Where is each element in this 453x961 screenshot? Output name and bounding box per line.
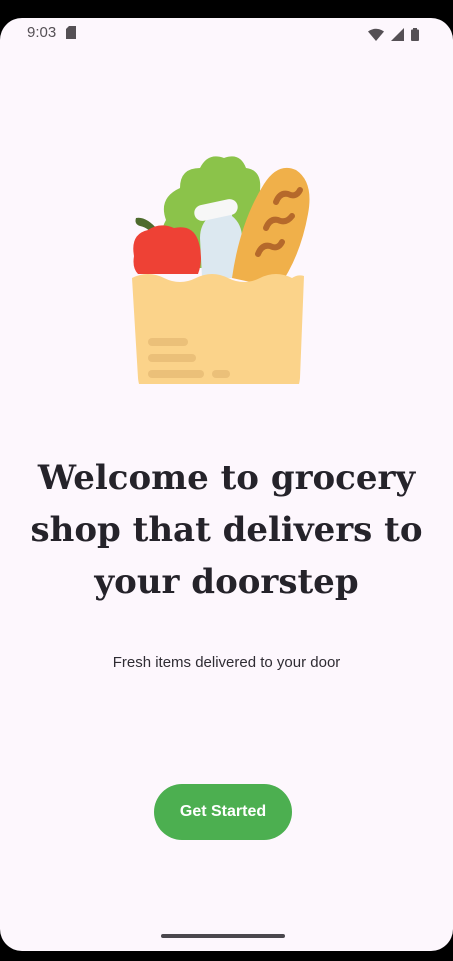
status-icons: [366, 26, 419, 45]
welcome-subtitle: Fresh items delivered to your door: [112, 654, 341, 671]
welcome-headline: Welcome to grocery shop that delivers to…: [30, 458, 423, 602]
status-bar: 9:03: [0, 18, 453, 48]
bag-label-line: [148, 338, 188, 346]
status-time: 9:03: [27, 24, 57, 41]
grocery-bag-icon: [132, 156, 310, 384]
welcome-screen: 9:03 Welcome to grocery shop that delive…: [0, 18, 453, 951]
bag-label-line: [148, 354, 196, 362]
battery-icon: [411, 28, 419, 41]
sd-card-icon: [66, 26, 76, 39]
bag-label-line: [148, 370, 204, 378]
paper-bag-icon: [132, 274, 304, 384]
wifi-icon: [367, 28, 384, 41]
signal-icon: [390, 28, 404, 41]
bell-pepper-icon: [133, 225, 201, 274]
bag-label-line: [212, 370, 230, 378]
get-started-button[interactable]: Get Started: [154, 784, 292, 840]
home-indicator[interactable]: [161, 934, 285, 938]
